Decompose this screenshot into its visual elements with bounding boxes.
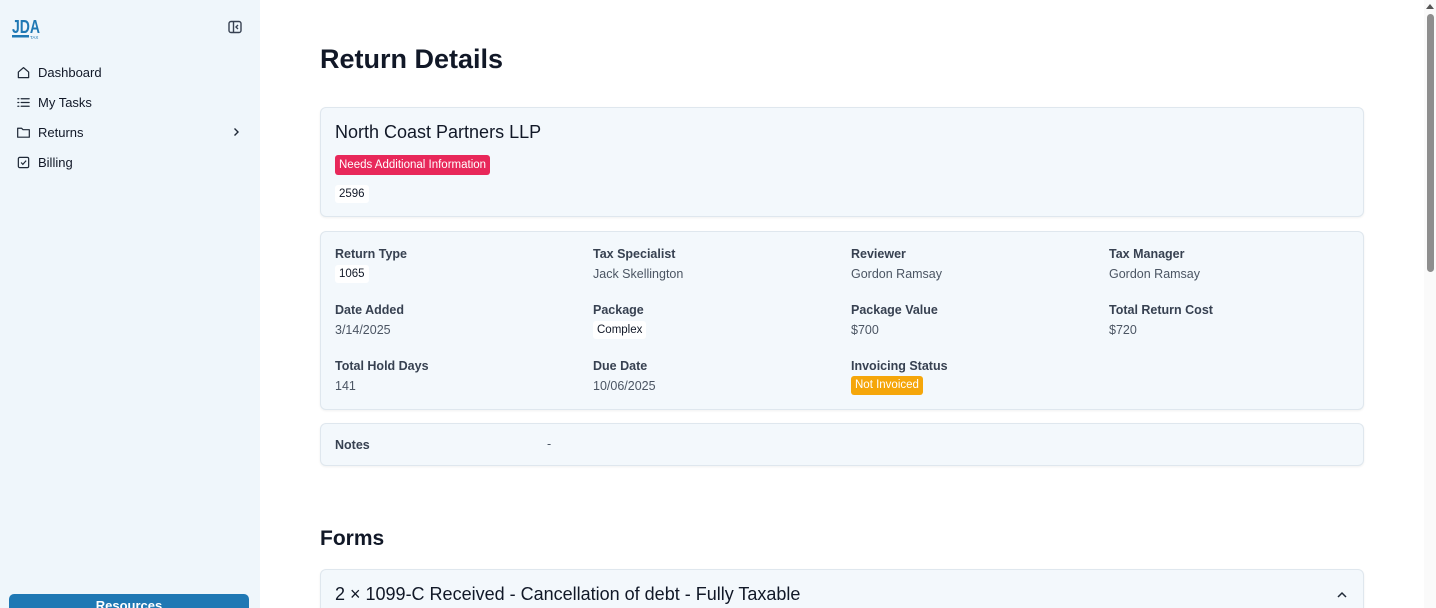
tax-specialist-value: Jack Skellington	[593, 267, 684, 281]
resources-button[interactable]: Resources	[9, 594, 249, 608]
return-type-value: 1065	[335, 265, 369, 283]
reviewer-value: Gordon Ramsay	[851, 267, 943, 281]
field-label: Due Date	[593, 359, 648, 373]
form-accordion-item[interactable]: 2 × 1099-C Received - Cancellation of de…	[320, 569, 1364, 608]
package-value: Complex	[593, 321, 647, 339]
scroll-up-arrow-icon[interactable]	[1426, 4, 1434, 9]
field-label: Tax Manager	[1109, 247, 1185, 261]
sidebar-item-label: Billing	[38, 154, 73, 170]
sidebar-item-label: Returns	[38, 124, 84, 140]
sidebar-nav: Dashboard My Tasks Returns Billing	[0, 57, 260, 177]
field-tax-manager: Tax Manager Gordon Ramsay	[1109, 247, 1200, 281]
field-label: Total Return Cost	[1109, 303, 1213, 317]
field-label: Package	[593, 303, 644, 317]
field-label: Package Value	[851, 303, 938, 317]
return-details-card: Return Type 1065 Tax Specialist Jack Ske…	[320, 231, 1364, 410]
home-icon	[16, 65, 31, 80]
chevron-right-icon[interactable]	[230, 126, 242, 138]
total-return-cost-value: $720	[1109, 323, 1137, 337]
status-badge: Needs Additional Information	[335, 155, 491, 175]
field-label: Tax Specialist	[593, 247, 676, 261]
svg-text:JDA: JDA	[12, 17, 40, 37]
chevron-up-icon[interactable]	[1335, 588, 1349, 602]
total-hold-days-value: 141	[335, 379, 356, 393]
field-return-type: Return Type 1065	[335, 247, 407, 283]
date-added-value: 3/14/2025	[335, 323, 391, 337]
sidebar-item-billing[interactable]: Billing	[0, 147, 260, 177]
folder-icon	[16, 125, 31, 140]
field-label: Reviewer	[851, 247, 906, 261]
form-title: 2 × 1099-C Received - Cancellation of de…	[335, 584, 801, 604]
due-date-value: 10/06/2025	[593, 379, 656, 393]
field-total-hold-days: Total Hold Days 141	[335, 359, 429, 393]
sidebar-collapse-icon[interactable]	[227, 19, 243, 35]
jda-logo[interactable]: JDA TAX	[12, 14, 42, 40]
field-package: Package Complex	[593, 303, 647, 339]
invoicing-status-badge: Not Invoiced	[851, 376, 923, 395]
sidebar: JDA TAX Dashboard My Tasks Returns Billi…	[0, 0, 260, 608]
list-icon	[16, 95, 31, 110]
package-value-amount: $700	[851, 323, 879, 337]
field-label: Invoicing Status	[851, 359, 948, 373]
field-label: Date Added	[335, 303, 404, 317]
field-due-date: Due Date 10/06/2025	[593, 359, 656, 393]
sidebar-item-label: My Tasks	[38, 94, 92, 110]
vertical-scrollbar[interactable]	[1424, 0, 1436, 608]
notes-label: Notes	[335, 438, 370, 452]
clipboard-check-icon	[16, 155, 31, 170]
field-date-added: Date Added 3/14/2025	[335, 303, 404, 337]
field-package-value: Package Value $700	[851, 303, 938, 337]
tax-manager-value: Gordon Ramsay	[1109, 267, 1201, 281]
field-invoicing-status: Invoicing Status Not Invoiced	[851, 359, 948, 395]
client-summary-card: North Coast Partners LLP Needs Additiona…	[320, 107, 1364, 217]
sidebar-item-returns[interactable]: Returns	[0, 117, 260, 147]
client-name: North Coast Partners LLP	[335, 122, 542, 142]
notes-value: -	[547, 437, 552, 451]
field-label: Total Hold Days	[335, 359, 429, 373]
forms-section-title: Forms	[320, 527, 385, 550]
scrollbar-thumb[interactable]	[1427, 14, 1434, 272]
page-title: Return Details	[320, 44, 504, 74]
field-total-return-cost: Total Return Cost $720	[1109, 303, 1213, 337]
field-reviewer: Reviewer Gordon Ramsay	[851, 247, 942, 281]
field-label: Return Type	[335, 247, 407, 261]
notes-card: Notes -	[320, 423, 1364, 466]
sidebar-item-dashboard[interactable]: Dashboard	[0, 57, 260, 87]
main-content: Return Details North Coast Partners LLP …	[260, 0, 1424, 608]
svg-text:TAX: TAX	[30, 35, 38, 40]
client-id: 2596	[335, 185, 369, 203]
field-tax-specialist: Tax Specialist Jack Skellington	[593, 247, 683, 281]
sidebar-item-my-tasks[interactable]: My Tasks	[0, 87, 260, 117]
sidebar-item-label: Dashboard	[38, 64, 102, 80]
